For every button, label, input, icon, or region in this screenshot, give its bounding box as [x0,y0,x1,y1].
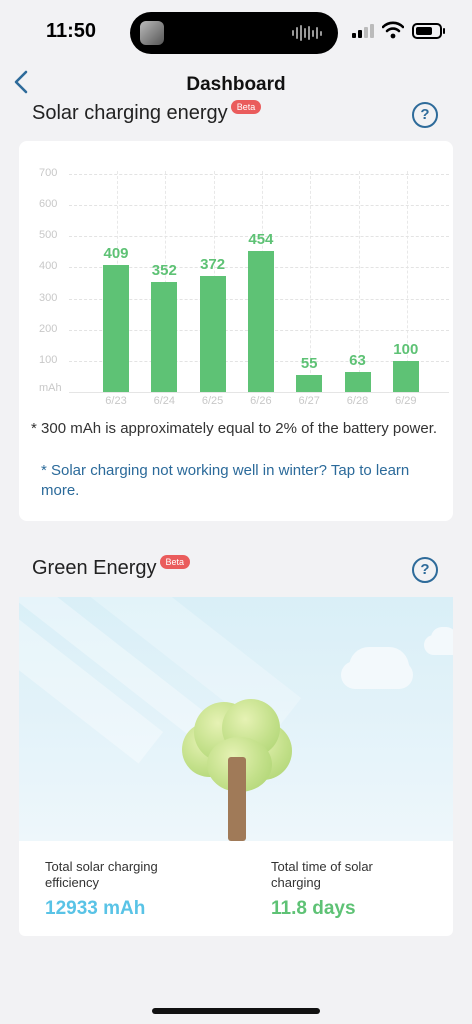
x-tick-label: 6/26 [250,395,272,407]
page-title: Dashboard [186,74,286,95]
y-tick-label: 600 [39,198,58,211]
audio-waveform-icon [292,25,322,41]
y-tick-label: 300 [39,291,58,304]
efficiency-stat: Total solar charging efficiency 12933 mA… [45,859,185,920]
charging-time-label: Total time of solar charging [271,859,373,890]
chart-gridline [69,205,449,207]
x-tick-label: 6/29 [395,395,417,407]
x-tick-label: 6/25 [201,395,224,407]
x-tick-label: 6/27 [298,395,320,407]
chart-baseline [69,392,449,393]
solar-section-title: Solar charging energy [32,102,228,124]
chart-bar[interactable] [247,250,274,392]
home-indicator[interactable] [152,1008,320,1014]
solar-bar-chart: mAh 100 200 300 400 500 600 700 409 6/23 352 6/24 37… [19,141,453,413]
tree-illustration [19,597,453,841]
winter-help-link[interactable]: * Solar charging not working well in win… [41,461,441,501]
green-help-icon[interactable]: ? [412,557,438,583]
wifi-icon [382,21,404,39]
status-time: 11:50 [46,20,97,42]
tree-trunk [228,757,246,841]
green-section-header: Green Energy Beta ? [32,555,442,589]
solar-chart-card: mAh 100 200 300 400 500 600 700 409 6/23 352 6/24 37… [19,141,453,521]
y-tick-label: 500 [39,229,58,242]
chart-bar[interactable] [199,276,226,392]
chart-bar[interactable] [344,372,371,392]
y-tick-label: 700 [39,167,58,179]
now-playing-thumbnail [140,21,164,45]
efficiency-label: Total solar charging efficiency [45,859,158,890]
beta-badge: Beta [159,555,191,569]
chart-bar[interactable] [103,264,129,392]
chart-bar[interactable] [296,374,323,392]
bar-value-label: 352 [151,262,177,280]
battery-note: * 300 mAh is approximately equal to 2% o… [31,420,438,437]
chart-gridline [69,174,449,175]
bar-value-label: 372 [200,256,226,274]
charging-time-stat: Total time of solar charging 11.8 days [271,859,381,920]
dynamic-island[interactable] [130,12,338,54]
beta-badge: Beta [230,100,262,114]
y-tick-label: mAh [39,382,62,394]
green-energy-card: Total solar charging efficiency 12933 mA… [19,597,453,936]
battery-icon [412,23,445,39]
status-bar: 11:50 [0,0,472,64]
bar-value-label: 409 [103,244,129,262]
bar-value-label: 55 [300,354,318,372]
solar-help-icon[interactable]: ? [412,102,438,128]
x-tick-label: 6/24 [153,395,175,407]
bar-value-label: 454 [248,230,274,248]
charging-time-value: 11.8 days [271,898,356,919]
y-tick-label: 100 [39,353,58,366]
green-section-title: Green Energy [32,557,157,579]
y-tick-label: 400 [39,260,58,273]
bar-value-label: 63 [349,352,366,370]
x-tick-label: 6/23 [105,395,127,407]
chart-bar[interactable] [392,360,419,392]
navigation-bar: Dashboard [0,64,472,104]
bar-value-label: 100 [393,340,419,358]
y-tick-label: 200 [39,322,58,335]
chart-bar[interactable] [151,282,178,392]
solar-section-header: Solar charging energy Beta ? [32,100,442,134]
efficiency-value: 12933 mAh [45,898,146,919]
x-tick-label: 6/28 [346,395,369,407]
cellular-signal-icon [352,24,374,38]
